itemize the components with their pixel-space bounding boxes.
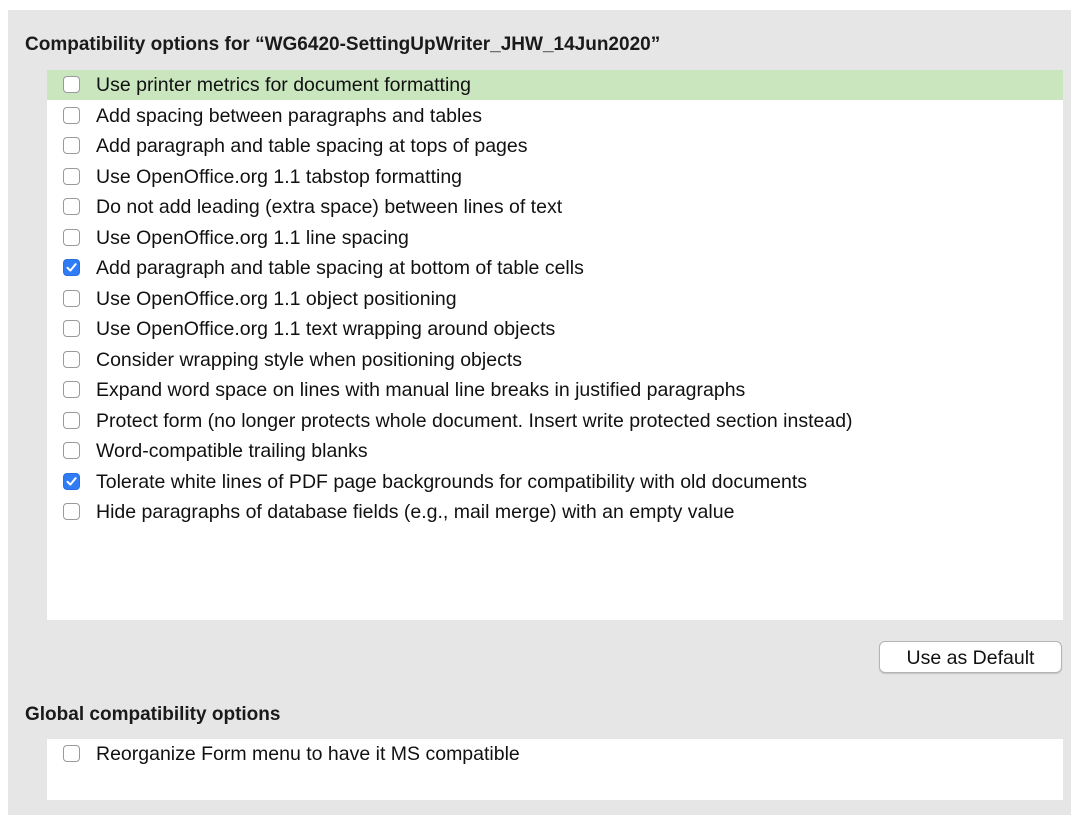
option-label: Add paragraph and table spacing at tops … (96, 135, 528, 157)
option-row[interactable]: Protect form (no longer protects whole d… (47, 406, 1063, 436)
option-row[interactable]: Expand word space on lines with manual l… (47, 375, 1063, 405)
option-label: Reorganize Form menu to have it MS compa… (96, 743, 520, 765)
option-row[interactable]: Use OpenOffice.org 1.1 tabstop formattin… (47, 162, 1063, 192)
checkbox[interactable] (63, 76, 80, 93)
document-compatibility-title: Compatibility options for “WG6420-Settin… (25, 34, 661, 55)
checkbox[interactable] (63, 381, 80, 398)
option-row[interactable]: Word-compatible trailing blanks (47, 436, 1063, 466)
option-label: Use OpenOffice.org 1.1 text wrapping aro… (96, 318, 556, 340)
option-row[interactable]: Add paragraph and table spacing at tops … (47, 131, 1063, 161)
option-label: Expand word space on lines with manual l… (96, 379, 746, 401)
option-label: Hide paragraphs of database fields (e.g.… (96, 501, 735, 523)
global-compatibility-title: Global compatibility options (25, 704, 281, 725)
option-label: Use printer metrics for document formatt… (96, 74, 471, 96)
checkbox[interactable] (63, 745, 80, 762)
checkbox[interactable] (63, 289, 80, 307)
option-label: Add spacing between paragraphs and table… (96, 104, 482, 127)
option-label: Use OpenOffice.org 1.1 object positionin… (96, 287, 457, 310)
option-row[interactable]: Add paragraph and table spacing at botto… (47, 253, 1063, 283)
option-row[interactable]: Use printer metrics for document formatt… (47, 70, 1063, 100)
option-row[interactable]: Use OpenOffice.org 1.1 line spacing (47, 223, 1063, 253)
compatibility-panel: Compatibility options for “WG6420-Settin… (8, 10, 1071, 815)
option-row[interactable]: Use OpenOffice.org 1.1 text wrapping aro… (47, 314, 1063, 344)
checkbox-checked[interactable] (63, 259, 80, 276)
checkmark-icon (66, 263, 77, 272)
option-row[interactable]: Do not add leading (extra space) between… (47, 192, 1063, 222)
option-label: Tolerate white lines of PDF page backgro… (96, 470, 808, 493)
checkbox[interactable] (63, 320, 80, 337)
checkbox-checked[interactable] (63, 472, 80, 490)
option-label: Protect form (no longer protects whole d… (96, 409, 853, 432)
checkbox[interactable] (63, 503, 80, 520)
document-options-list[interactable]: Use printer metrics for document formatt… (47, 70, 1063, 620)
checkbox[interactable] (63, 442, 80, 459)
checkmark-icon (66, 476, 77, 486)
option-row[interactable]: Hide paragraphs of database fields (e.g.… (47, 497, 1063, 527)
option-label: Do not add leading (extra space) between… (96, 196, 563, 218)
global-options-list[interactable]: Reorganize Form menu to have it MS compa… (47, 739, 1063, 800)
checkbox[interactable] (63, 411, 80, 429)
checkbox[interactable] (63, 167, 80, 185)
option-row[interactable]: Consider wrapping style when positioning… (47, 345, 1063, 375)
option-label: Consider wrapping style when positioning… (96, 348, 522, 371)
option-label: Use OpenOffice.org 1.1 line spacing (96, 226, 409, 249)
use-as-default-button[interactable]: Use as Default (879, 641, 1062, 673)
checkbox[interactable] (63, 106, 80, 124)
checkbox[interactable] (63, 198, 80, 215)
option-row[interactable]: Add spacing between paragraphs and table… (47, 101, 1063, 131)
option-label: Use OpenOffice.org 1.1 tabstop formattin… (96, 165, 463, 188)
checkbox[interactable] (63, 350, 80, 368)
option-label: Add paragraph and table spacing at botto… (96, 257, 584, 279)
checkbox[interactable] (63, 137, 80, 154)
option-row[interactable]: Tolerate white lines of PDF page backgro… (47, 467, 1063, 497)
option-label: Word-compatible trailing blanks (96, 440, 368, 462)
option-row[interactable]: Reorganize Form menu to have it MS compa… (47, 739, 1063, 769)
option-row[interactable]: Use OpenOffice.org 1.1 object positionin… (47, 284, 1063, 314)
checkbox[interactable] (63, 228, 80, 246)
